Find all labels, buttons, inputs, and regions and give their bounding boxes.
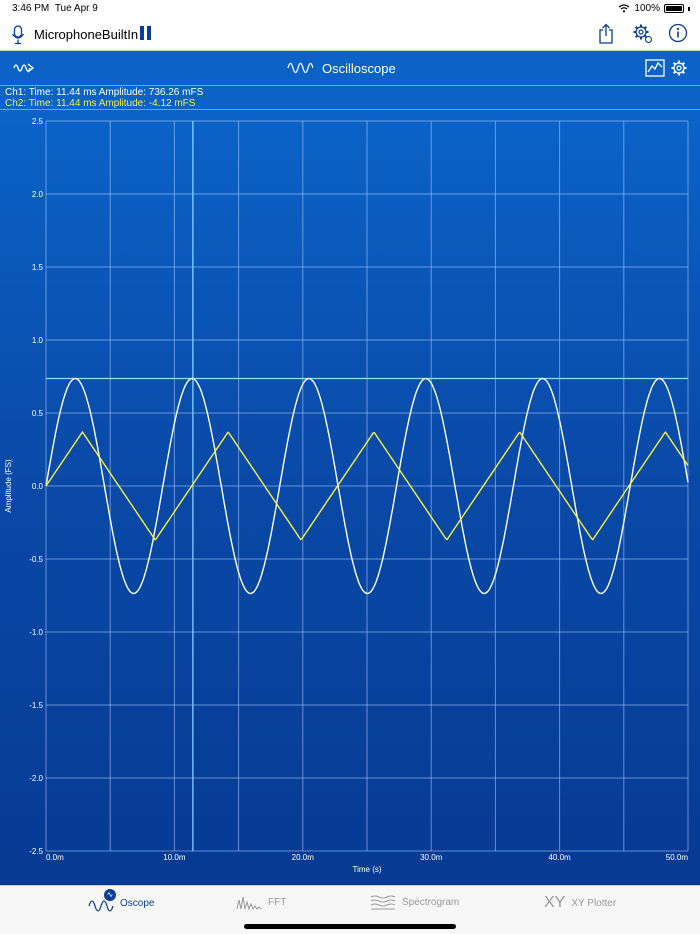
oscilloscope-wave-icon xyxy=(287,62,313,74)
xy-tab-icon: XY xyxy=(544,894,566,911)
status-right: 100% xyxy=(618,3,690,14)
oscilloscope-plot[interactable]: 0.0m 10.0m 20.0m 30.0m 40.0m 50.0m 2.5 2.0 1.5 1.… xyxy=(0,110,700,885)
fft-tab-icon xyxy=(236,896,262,910)
gear-icon[interactable] xyxy=(670,59,688,77)
battery-percent: 100% xyxy=(634,3,660,14)
spectrogram-tab-icon xyxy=(370,895,396,910)
y-tick-label: 0.0 xyxy=(32,482,44,491)
x-axis-label: Time (s) xyxy=(352,865,381,874)
view-title-bar: Oscilloscope xyxy=(0,51,700,85)
oscope-tab-icon: ∿ xyxy=(88,889,116,912)
tab-label: FFT xyxy=(268,896,287,908)
tab-badge: ∿ xyxy=(104,889,116,901)
tab-label: Spectrogram xyxy=(402,896,460,908)
battery-icon xyxy=(664,4,684,13)
input-source-label[interactable]: MicrophoneBuiltIn xyxy=(34,27,138,42)
tab-label: Oscope xyxy=(120,897,155,909)
y-tick-label: -0.5 xyxy=(29,555,43,564)
tab-oscope[interactable]: ∿ Oscope xyxy=(88,889,155,912)
y-tick-label: 1.0 xyxy=(32,336,44,345)
settings-gear-icon[interactable] xyxy=(632,23,654,45)
info-icon[interactable] xyxy=(668,23,688,43)
y-tick-label: 2.0 xyxy=(32,190,44,199)
battery-tip xyxy=(688,6,690,11)
y-tick-label: -1.5 xyxy=(29,701,43,710)
top-toolbar: MicrophoneBuiltIn xyxy=(0,17,700,51)
tab-fft[interactable]: FFT xyxy=(236,894,286,910)
x-tick-label: 30.0m xyxy=(420,853,443,862)
y-tick-label: 0.5 xyxy=(32,409,44,418)
ch2-readout: Ch2: Time: 11.44 ms Amplitude: -4.12 mFS xyxy=(5,98,196,109)
pause-button[interactable] xyxy=(140,26,152,40)
y-tick-label: -2.5 xyxy=(29,847,43,856)
x-tick-label: 40.0m xyxy=(548,853,571,862)
y-tick-label: 1.5 xyxy=(32,263,44,272)
wifi-icon xyxy=(619,4,630,13)
tab-xy-plotter[interactable]: XY XY Plotter xyxy=(544,894,616,912)
ch1-readout: Ch1: Time: 11.44 ms Amplitude: 736.26 mF… xyxy=(5,87,204,98)
view-title: Oscilloscope xyxy=(322,61,396,76)
y-axis-label: Amplitude (FS) xyxy=(4,459,13,513)
status-time: 3:46 PM Tue Apr 9 xyxy=(12,3,98,14)
tab-spectrogram[interactable]: Spectrogram xyxy=(370,894,459,910)
x-tick-label: 10.0m xyxy=(163,853,186,862)
x-tick-label: 0.0m xyxy=(46,853,64,862)
y-tick-label: 2.5 xyxy=(32,117,44,126)
y-tick-label: -2.0 xyxy=(29,774,43,783)
x-tick-label: 20.0m xyxy=(292,853,315,862)
share-icon[interactable] xyxy=(598,23,614,45)
y-tick-label: -1.0 xyxy=(29,628,43,637)
home-indicator xyxy=(244,924,456,929)
tab-label: XY Plotter xyxy=(571,897,617,909)
x-tick-label: 50.0m xyxy=(666,853,689,862)
signal-generator-icon[interactable] xyxy=(13,61,35,75)
oscilloscope-chart[interactable]: 0.0m 10.0m 20.0m 30.0m 40.0m 50.0m 2.5 2.0 1.5 1.… xyxy=(0,110,700,885)
microphone-icon[interactable] xyxy=(11,25,25,45)
status-bar: 3:46 PM Tue Apr 9 100% xyxy=(0,0,700,17)
chart-settings-icon[interactable] xyxy=(645,59,665,77)
cursor-readout: Ch1: Time: 11.44 ms Amplitude: 736.26 mF… xyxy=(0,85,700,110)
